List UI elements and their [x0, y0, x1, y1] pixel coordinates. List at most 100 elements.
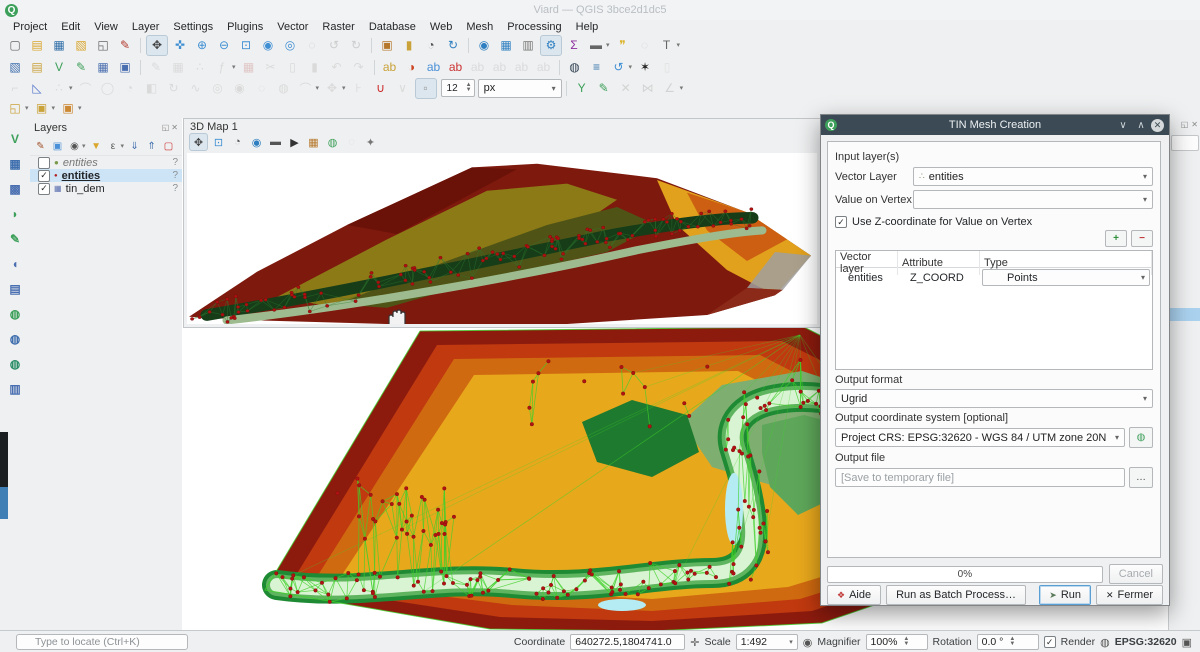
processing-history-button-dropdown[interactable]: ▾ [629, 63, 633, 71]
style-manager-button[interactable]: ✎ [115, 36, 135, 55]
add-geopackage-layer-button[interactable]: ◗ [5, 204, 25, 223]
deselect-all-button-dropdown[interactable]: ▾ [78, 104, 82, 112]
run-as-batch-button[interactable]: Run as Batch Process… [886, 585, 1026, 605]
scale-select[interactable]: 1:492 ▾ [736, 634, 798, 650]
render-checkbox[interactable]: ✓ [1044, 636, 1056, 648]
metasearch-button[interactable]: ◍ [565, 58, 585, 77]
open-layer-styling-button[interactable]: ✎ [33, 139, 48, 154]
lock-scale-icon[interactable]: ◉ [803, 636, 813, 649]
menu-raster[interactable]: Raster [315, 21, 361, 33]
statistics-button[interactable]: Σ [564, 36, 584, 55]
vector-layer-select[interactable]: ∴ entities ▾ [913, 167, 1153, 186]
pan-to-selection-button[interactable]: ✜ [170, 36, 190, 55]
measure-button[interactable]: ▬ [586, 36, 606, 55]
python-console-button[interactable]: ≡ [587, 58, 607, 77]
layer-row-entities[interactable]: ✓ ● entities ? [30, 169, 182, 182]
close-panel-icon[interactable]: ✕ [1191, 120, 1198, 129]
stream-digitizing-button-dropdown[interactable]: ▾ [69, 84, 73, 92]
new-print-layout-button[interactable]: ◱ [93, 36, 113, 55]
expand-all-button[interactable]: ⇓ [127, 139, 142, 154]
message-log-icon[interactable]: ▣ [1182, 636, 1192, 649]
select-by-value-button-dropdown[interactable]: ▾ [52, 104, 56, 112]
filter-by-expression-button-dropdown[interactable]: ▾ [121, 142, 125, 150]
zoom-full-3d-button[interactable]: ⊡ [210, 134, 227, 150]
text-annotation-button[interactable]: T [657, 36, 677, 55]
bookmark-button[interactable]: ▮ [399, 36, 419, 55]
save-project-as-button[interactable]: ▧ [71, 36, 91, 55]
save-project-button[interactable]: ▦ [49, 36, 69, 55]
layer-visibility-checkbox[interactable]: ✓ [38, 183, 50, 195]
animations-button[interactable]: ◔ [229, 134, 246, 150]
layer-visibility-checkbox[interactable]: ✓ [38, 170, 50, 182]
digitize-shape-button[interactable]: ◺ [27, 79, 47, 98]
select-features-button[interactable]: ◱ [5, 99, 25, 118]
run-button[interactable]: ➤ Run [1039, 585, 1091, 605]
export-3d-scene-button[interactable]: ◍ [324, 134, 341, 150]
layer-styling-button[interactable]: ◑ [402, 58, 422, 77]
pan-map-button[interactable]: ✥ [146, 35, 168, 56]
chevron-down-icon[interactable]: ∨ [1115, 117, 1131, 133]
manage-map-themes-button-dropdown[interactable]: ▾ [82, 142, 86, 150]
cad-dotted-button[interactable]: ▫ [415, 78, 437, 99]
zoom-to-selection-button[interactable]: ◉ [258, 36, 278, 55]
type-select[interactable]: Points ▾ [982, 269, 1150, 286]
zoom-in-button[interactable]: ⊕ [192, 36, 212, 55]
rotation-spinbox[interactable]: 0.0 ° ▲▼ [977, 634, 1039, 650]
move-feature-button-dropdown[interactable]: ▾ [342, 84, 346, 92]
collapse-all-button[interactable]: ⇑ [144, 139, 159, 154]
configure-3d-button[interactable]: ✦ [362, 134, 379, 150]
add-postgis-layer-button[interactable]: ◖ [5, 254, 25, 273]
close-panel-icon[interactable]: ✕ [171, 123, 178, 132]
new-shapefile-layer-button[interactable]: V [49, 58, 69, 77]
map3d-view[interactable] [187, 153, 817, 324]
add-mesh-layer-button[interactable]: ▩ [5, 179, 25, 198]
offset-curve-button-dropdown[interactable]: ▾ [316, 84, 320, 92]
deselect-all-button[interactable]: ▣ [58, 99, 78, 118]
cad-angle-button-dropdown[interactable]: ▾ [680, 84, 684, 92]
dialog-titlebar[interactable]: Q TIN Mesh Creation ∨ ∧ ✕ [821, 115, 1169, 135]
new-geopackage-layer-button[interactable]: ✎ [71, 58, 91, 77]
processing-history-button[interactable]: ↺ [609, 58, 629, 77]
zoom-to-layer-button[interactable]: ◎ [280, 36, 300, 55]
add-wcs-layer-button[interactable]: ◍ [5, 329, 25, 348]
labeling-button[interactable]: ab [380, 58, 400, 77]
label-pin-button[interactable]: ab [446, 58, 466, 77]
add-wms-layer-button[interactable]: ◍ [5, 304, 25, 323]
camera-control-button[interactable]: ✥ [189, 133, 208, 151]
zoom-out-button[interactable]: ⊖ [214, 36, 234, 55]
layer-indicator-icon[interactable]: ? [172, 183, 178, 194]
text-annotation-button-dropdown[interactable]: ▾ [677, 41, 681, 49]
measure-3d-button[interactable]: ▬ [267, 134, 284, 150]
field-calc-button-dropdown[interactable]: ▾ [232, 63, 236, 71]
dock-tab-blue[interactable] [0, 487, 8, 519]
help-button[interactable]: ❖ Aide [827, 585, 881, 605]
snapping-magnet-button[interactable]: ∪ [371, 79, 391, 98]
extent-icon[interactable]: ✛ [690, 636, 699, 649]
add-vector-layer-button[interactable]: ▤ [27, 58, 47, 77]
use-z-checkbox[interactable]: ✓ [835, 216, 847, 228]
spin-arrows-icon[interactable]: ▲▼ [903, 637, 909, 647]
measure-button-dropdown[interactable]: ▾ [606, 41, 610, 49]
save-image-button[interactable]: ▦ [305, 134, 322, 150]
add-wfs-layer-button[interactable]: ◍ [5, 354, 25, 373]
filter-legend-button[interactable]: ▼ [89, 139, 104, 154]
new-virtual-layer-button[interactable]: ▣ [115, 58, 135, 77]
layer-visibility-checkbox[interactable] [38, 157, 50, 169]
menu-web[interactable]: Web [423, 21, 459, 33]
refresh-map-button[interactable]: ↻ [443, 36, 463, 55]
output-crs-select[interactable]: Project CRS: EPSG:32620 - WGS 84 / UTM z… [835, 428, 1125, 447]
menu-help[interactable]: Help [569, 21, 606, 33]
identify-3d-button[interactable]: ◉ [248, 134, 265, 150]
add-group-button[interactable]: ▣ [50, 139, 65, 154]
magnifier-spinbox[interactable]: 100% ▲▼ [866, 634, 928, 650]
open-project-button[interactable]: ▤ [27, 36, 47, 55]
play-animation-button[interactable]: ▶ [286, 134, 303, 150]
layer-indicator-icon[interactable]: ? [172, 157, 178, 168]
identify-features-button[interactable]: ◉ [474, 36, 494, 55]
spin-arrows-icon[interactable]: ▲▼ [1009, 637, 1015, 647]
browse-file-button[interactable]: … [1129, 467, 1153, 488]
menu-layer[interactable]: Layer [125, 21, 167, 33]
output-format-select[interactable]: Ugrid ▾ [835, 389, 1153, 408]
toolbox-search-stub[interactable] [1171, 135, 1199, 151]
menu-edit[interactable]: Edit [54, 21, 87, 33]
